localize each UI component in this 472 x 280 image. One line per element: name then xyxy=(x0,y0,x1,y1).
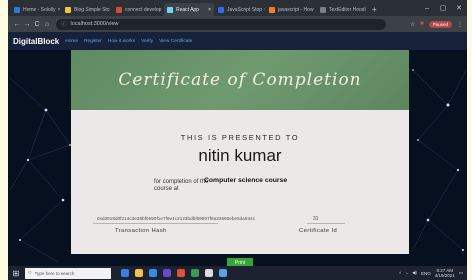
tab-close-icon[interactable]: × xyxy=(206,7,211,13)
tab-favicon-icon xyxy=(14,6,20,13)
taskbar-app-icon[interactable] xyxy=(135,269,143,277)
tab-label: connect develop xyxy=(125,6,162,13)
taskbar-search-input[interactable]: ○ Type here to search xyxy=(25,267,111,279)
tab-close-icon[interactable]: × xyxy=(56,7,61,13)
browser-tab[interactable]: connect develop× xyxy=(113,3,163,16)
certificate-banner: Certificate of Completion xyxy=(71,50,409,110)
clock-date: 4/19/2021 xyxy=(434,273,455,278)
transaction-hash-label: Transaction Hash xyxy=(115,228,167,234)
new-tab-button[interactable]: + xyxy=(368,3,381,16)
tab-favicon-icon xyxy=(320,6,326,13)
taskbar-app-icon[interactable] xyxy=(163,269,171,277)
maximize-icon[interactable]: ▢ xyxy=(435,4,451,12)
site-navbar: DigitalBlock Home Register How it works Ver… xyxy=(8,32,467,50)
recipient-name: nitin kumar xyxy=(198,146,282,165)
reload-icon[interactable]: C xyxy=(32,21,42,28)
certificate-title: Certificate of Completion xyxy=(118,70,362,90)
minimize-icon[interactable]: – xyxy=(419,5,435,12)
menu-icon[interactable]: ⋮ xyxy=(457,21,463,28)
home-icon[interactable]: ⌂ xyxy=(42,21,52,28)
taskbar-app-icon[interactable] xyxy=(219,269,227,277)
browser-toolbar: ← → C ⌂ ⓘ localhost:3000/view ☆ ■ Paused… xyxy=(8,16,467,32)
tab-close-icon[interactable]: × xyxy=(262,7,265,13)
volume-icon[interactable]: ◀) xyxy=(412,270,417,276)
certificate-id-label: Certificate Id xyxy=(299,228,338,234)
tab-label: Home - Sololly xyxy=(23,6,56,13)
course-name: Computer science course xyxy=(204,177,288,184)
info-icon[interactable]: ⓘ xyxy=(61,20,67,28)
taskbar-apps xyxy=(121,269,227,277)
tab-label: JavaScript Stop xyxy=(227,6,263,13)
system-tray: ^ ◔ ◀) ENG 9:27 AM 4/19/2021 ▭ xyxy=(399,268,467,278)
browser-tab[interactable]: Home - Sololly × xyxy=(11,3,61,16)
desktop-screen: Home - Sololly×Blog Simple Sto×connect d… xyxy=(8,0,467,280)
tab-close-icon[interactable]: × xyxy=(314,7,317,13)
browser-tab[interactable]: React App × xyxy=(164,3,214,16)
presented-to-text: THIS IS PRESENTED TO xyxy=(180,133,300,142)
forward-icon[interactable]: → xyxy=(22,21,32,28)
tab-favicon-icon xyxy=(269,6,275,13)
search-icon: ○ xyxy=(28,270,32,276)
nav-link[interactable]: Home xyxy=(65,39,78,44)
site-brand[interactable]: DigitalBlock xyxy=(13,37,59,46)
nav-link[interactable]: View Certificate xyxy=(159,39,192,44)
windows-start-icon[interactable]: ⊞ xyxy=(10,267,22,279)
certificate-id-value: 31 xyxy=(313,216,319,222)
tab-label: React App xyxy=(176,6,200,13)
tab-favicon-icon xyxy=(167,6,173,13)
browser-tab[interactable]: Blog Simple Sto× xyxy=(62,3,112,16)
transaction-hash-divider xyxy=(93,223,218,224)
taskbar-app-icon[interactable] xyxy=(177,269,185,277)
url-text: localhost:3000/view xyxy=(70,21,119,27)
tab-favicon-icon xyxy=(116,6,122,13)
certificate-id-divider xyxy=(307,223,345,224)
transaction-hash-value: 0xd3918d0f214c3e38bf0690f1e7f8e4c2123bdb… xyxy=(97,216,256,221)
tab-close-icon[interactable]: × xyxy=(110,7,113,13)
tray-up-icon[interactable]: ^ xyxy=(399,271,401,276)
tab-favicon-icon xyxy=(218,6,224,13)
certificate-card: Certificate of Completion THIS IS PRESEN… xyxy=(71,50,409,254)
close-window-icon[interactable]: ✕ xyxy=(451,4,467,12)
taskbar-app-icon[interactable] xyxy=(149,269,157,277)
print-button[interactable]: Print xyxy=(227,258,253,266)
tab-close-icon[interactable]: × xyxy=(161,7,163,13)
windows-taskbar: ⊞ ○ Type here to search ^ ◔ ◀) ENG 9:27 … xyxy=(8,266,467,280)
back-icon[interactable]: ← xyxy=(12,21,22,28)
profile-paused-badge[interactable]: Paused xyxy=(428,20,452,28)
toolbar-right: ☆ ■ Paused ⋮ xyxy=(410,20,463,28)
browser-tab[interactable]: JavaScript Stop× xyxy=(215,3,265,16)
window-controls: – ▢ ✕ xyxy=(419,0,467,16)
nav-link[interactable]: Register xyxy=(84,39,102,44)
browser-tab[interactable]: TextEditor Hoodi× xyxy=(317,3,367,16)
language-indicator[interactable]: ENG xyxy=(421,271,431,276)
extension-icon[interactable]: ■ xyxy=(420,21,424,27)
nav-link[interactable]: How it works xyxy=(108,39,135,44)
browser-tab-strip: Home - Sololly×Blog Simple Sto×connect d… xyxy=(8,0,467,16)
tab-favicon-icon xyxy=(65,6,71,13)
star-icon[interactable]: ☆ xyxy=(410,21,415,28)
taskbar-app-icon[interactable] xyxy=(121,269,129,277)
tab-label: TextEditor Hoodi xyxy=(329,6,366,13)
taskbar-clock[interactable]: 9:27 AM 4/19/2021 xyxy=(435,268,455,278)
notifications-icon[interactable]: ▭ xyxy=(459,270,463,276)
address-bar[interactable]: ⓘ localhost:3000/view xyxy=(56,18,386,30)
tab-close-icon[interactable]: × xyxy=(366,7,367,13)
taskbar-app-icon[interactable] xyxy=(191,269,199,277)
nav-link[interactable]: Verify xyxy=(141,39,153,44)
tab-label: javascript - How xyxy=(278,6,314,13)
browser-tab[interactable]: javascript - How× xyxy=(266,3,316,16)
tab-label: Blog Simple Sto xyxy=(74,6,110,13)
network-icon[interactable]: ◔ xyxy=(405,271,408,276)
taskbar-app-icon[interactable] xyxy=(205,269,213,277)
taskbar-search-placeholder: Type here to search xyxy=(34,270,75,276)
page-body: Certificate of Completion THIS IS PRESEN… xyxy=(8,50,467,266)
